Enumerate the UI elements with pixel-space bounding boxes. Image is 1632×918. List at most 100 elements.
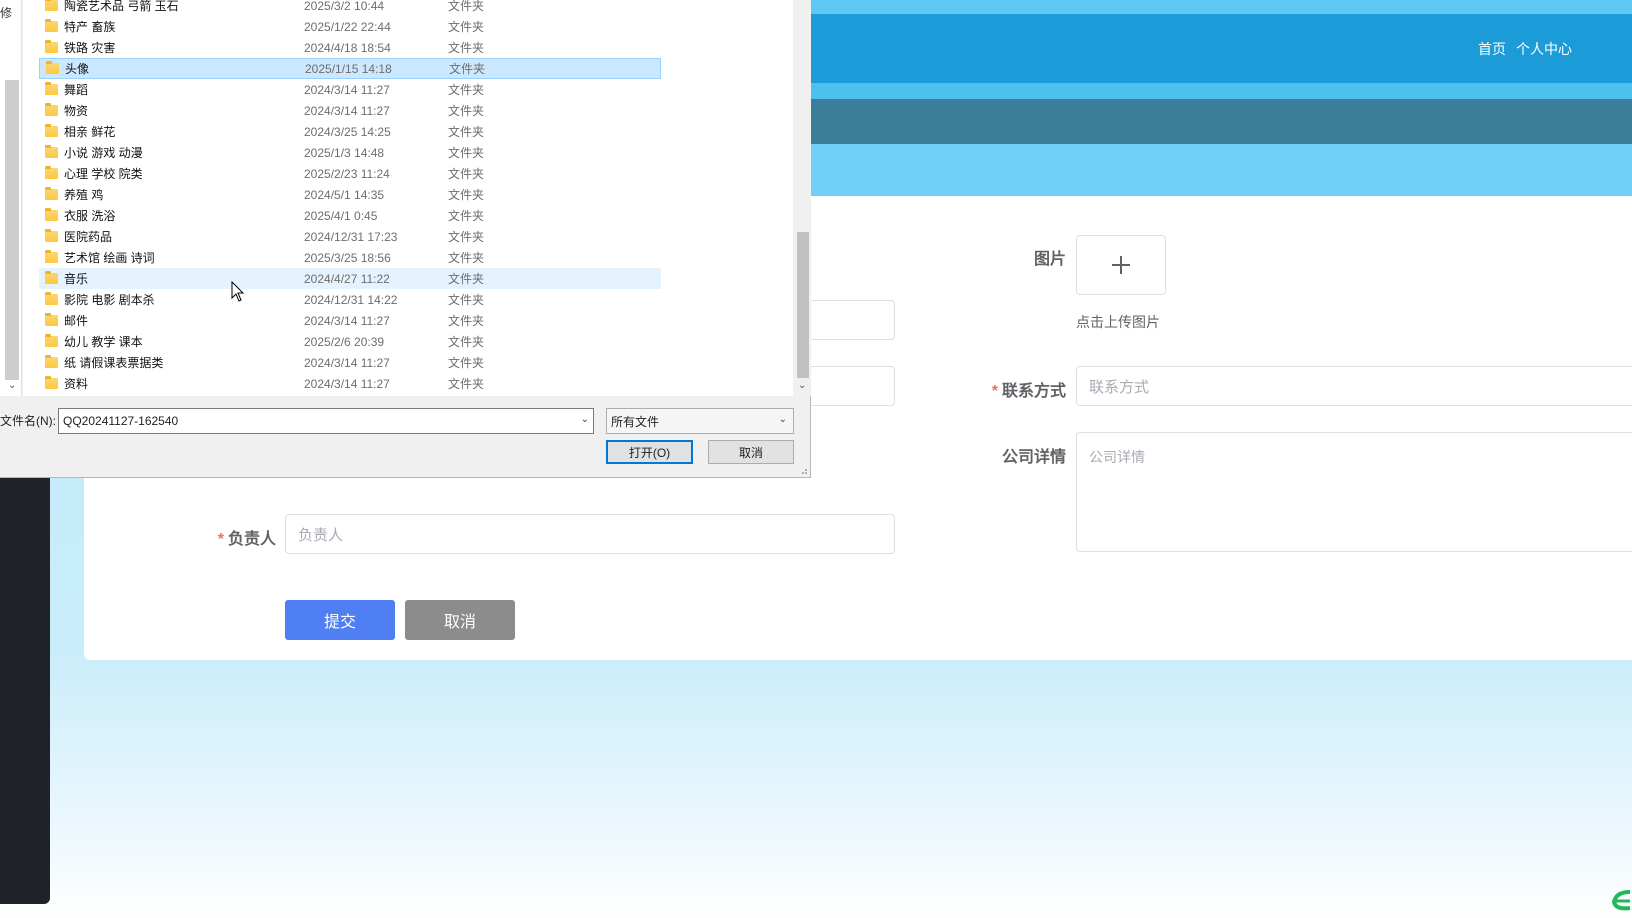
file-row[interactable]: 衣服 洗浴 2025/4/1 0:45 文件夹 [39, 205, 661, 226]
open-button[interactable]: 打开(O) [606, 440, 693, 464]
image-upload-button[interactable] [1076, 235, 1166, 295]
file-date: 2025/3/2 10:44 [304, 0, 385, 13]
detail-label: 公司详情 [1001, 449, 1066, 466]
file-row[interactable]: 音乐 2024/4/27 11:22 文件夹 [39, 268, 661, 289]
file-row[interactable]: 影院 电影 剧本杀 2024/12/31 14:22 文件夹 [39, 289, 661, 310]
required-mark: * [217, 531, 224, 548]
plus-icon [1112, 256, 1130, 274]
file-type: 文件夹 [448, 356, 485, 370]
file-row[interactable]: 邮件 2024/3/14 11:27 文件夹 [39, 310, 661, 331]
chevron-down-icon[interactable]: ⌄ [798, 380, 806, 391]
file-type: 文件夹 [448, 377, 485, 391]
file-date: 2024/3/14 11:27 [304, 313, 390, 328]
cancel-button[interactable]: 取消 [405, 600, 515, 640]
file-type: 文件夹 [448, 167, 485, 181]
nav-pane-item[interactable]: 修 [0, 4, 12, 21]
folder-icon [45, 313, 58, 326]
folder-icon [45, 145, 58, 158]
folder-icon [45, 292, 58, 305]
file-date: 2024/12/31 17:23 [304, 229, 398, 244]
file-type: 文件夹 [448, 83, 485, 97]
file-row[interactable]: 纸 请假课表票据类 2024/3/14 11:27 文件夹 [39, 352, 661, 373]
file-type: 文件夹 [448, 0, 485, 13]
folder-icon [45, 82, 58, 95]
resize-grip-icon[interactable] [798, 465, 808, 475]
file-date: 2025/1/22 22:44 [304, 19, 391, 34]
contact-label: * 联系方式 [991, 383, 1066, 400]
nav-home-link[interactable]: 首页 [1478, 39, 1506, 59]
file-name: 衣服 洗浴 [64, 209, 116, 223]
filename-value: QQ20241127-162540 [63, 414, 179, 428]
detail-placeholder: 公司详情 [1089, 449, 1145, 465]
file-name: 资料 [64, 377, 89, 391]
file-type: 文件夹 [448, 230, 485, 244]
filetype-select[interactable]: 所有文件 ⌄ [606, 408, 794, 434]
file-row[interactable]: 舞蹈 2024/3/14 11:27 文件夹 [39, 79, 661, 100]
dialog-cancel-button[interactable]: 取消 [708, 440, 794, 464]
file-name: 音乐 [64, 272, 89, 286]
chevron-down-icon[interactable]: ⌄ [8, 380, 16, 391]
filename-input[interactable]: QQ20241127-162540 ⌄ [58, 408, 594, 434]
file-date: 2025/4/1 0:45 [304, 208, 378, 223]
chevron-down-icon[interactable]: ⌄ [779, 414, 787, 425]
file-list-scrollbar[interactable]: ⌄ [795, 0, 811, 396]
file-date: 2025/2/6 20:39 [304, 334, 385, 349]
contact-input[interactable]: 联系方式 [1076, 366, 1632, 406]
file-date: 2024/4/27 11:22 [304, 271, 390, 286]
file-list: 陶瓷艺术品 弓箭 玉石 2025/3/2 10:44 文件夹 特产 畜族 2025/1/… [23, 0, 793, 396]
folder-icon [46, 61, 59, 74]
nav-pane-scrollbar[interactable] [5, 80, 19, 380]
navigation-pane[interactable]: 修 ⌄ [0, 0, 22, 396]
file-name: 心理 学校 院类 [64, 167, 143, 181]
file-row[interactable]: 心理 学校 院类 2025/2/23 11:24 文件夹 [39, 163, 661, 184]
file-date: 2024/3/14 11:27 [304, 376, 390, 391]
header-nav: 首页 个人中心 [1478, 14, 1572, 83]
file-name: 舞蹈 [64, 83, 89, 97]
file-row[interactable]: 陶瓷艺术品 弓箭 玉石 2025/3/2 10:44 文件夹 [39, 0, 661, 16]
file-name: 铁路 灾害 [64, 41, 116, 55]
file-date: 2025/1/15 14:18 [305, 61, 392, 76]
scrollbar-thumb[interactable] [797, 232, 809, 378]
folder-icon [45, 19, 58, 32]
file-row[interactable]: 物资 2024/3/14 11:27 文件夹 [39, 100, 661, 121]
file-row[interactable]: 养殖 鸡 2024/5/1 14:35 文件夹 [39, 184, 661, 205]
file-name: 邮件 [64, 314, 89, 328]
file-row[interactable]: 资料 2024/3/14 11:27 文件夹 [39, 373, 661, 394]
folder-icon [45, 166, 58, 179]
file-row[interactable]: 医院药品 2024/12/31 17:23 文件夹 [39, 226, 661, 247]
file-type: 文件夹 [448, 20, 485, 34]
file-name: 头像 [65, 62, 90, 76]
nav-profile-link[interactable]: 个人中心 [1516, 39, 1572, 59]
detail-textarea[interactable]: 公司详情 [1076, 432, 1632, 552]
owner-input[interactable]: 负责人 [285, 514, 895, 554]
file-row[interactable]: 幼儿 教学 课本 2025/2/6 20:39 文件夹 [39, 331, 661, 352]
file-name: 特产 畜族 [64, 20, 116, 34]
folder-icon [45, 229, 58, 242]
file-row[interactable]: 小说 游戏 动漫 2025/1/3 14:48 文件夹 [39, 142, 661, 163]
file-type: 文件夹 [448, 41, 485, 55]
file-name: 医院药品 [64, 230, 113, 244]
file-date: 2024/3/14 11:27 [304, 82, 390, 97]
owner-placeholder: 负责人 [298, 526, 344, 544]
file-type: 文件夹 [448, 335, 485, 349]
file-row[interactable]: 铁路 灾害 2024/4/18 18:54 文件夹 [39, 37, 661, 58]
contact-placeholder: 联系方式 [1089, 378, 1150, 396]
file-type: 文件夹 [448, 209, 485, 223]
folder-icon [45, 187, 58, 200]
submit-button[interactable]: 提交 [285, 600, 395, 640]
app-logo-icon [1611, 890, 1631, 911]
folder-icon [45, 0, 58, 11]
folder-icon [45, 334, 58, 347]
file-name: 陶瓷艺术品 弓箭 玉石 [64, 0, 179, 13]
file-row[interactable]: 特产 畜族 2025/1/22 22:44 文件夹 [39, 16, 661, 37]
file-type: 文件夹 [448, 251, 485, 265]
folder-icon [45, 271, 58, 284]
file-name: 小说 游戏 动漫 [64, 146, 143, 160]
file-row[interactable]: 相亲 鲜花 2024/3/25 14:25 文件夹 [39, 121, 661, 142]
chevron-down-icon[interactable]: ⌄ [581, 414, 589, 425]
file-row[interactable]: 艺术馆 绘画 诗词 2025/3/25 18:56 文件夹 [39, 247, 661, 268]
file-type: 文件夹 [448, 104, 485, 118]
file-row[interactable]: 头像 2025/1/15 14:18 文件夹 [39, 58, 661, 79]
file-type: 文件夹 [448, 146, 485, 160]
file-date: 2024/3/25 14:25 [304, 124, 391, 139]
